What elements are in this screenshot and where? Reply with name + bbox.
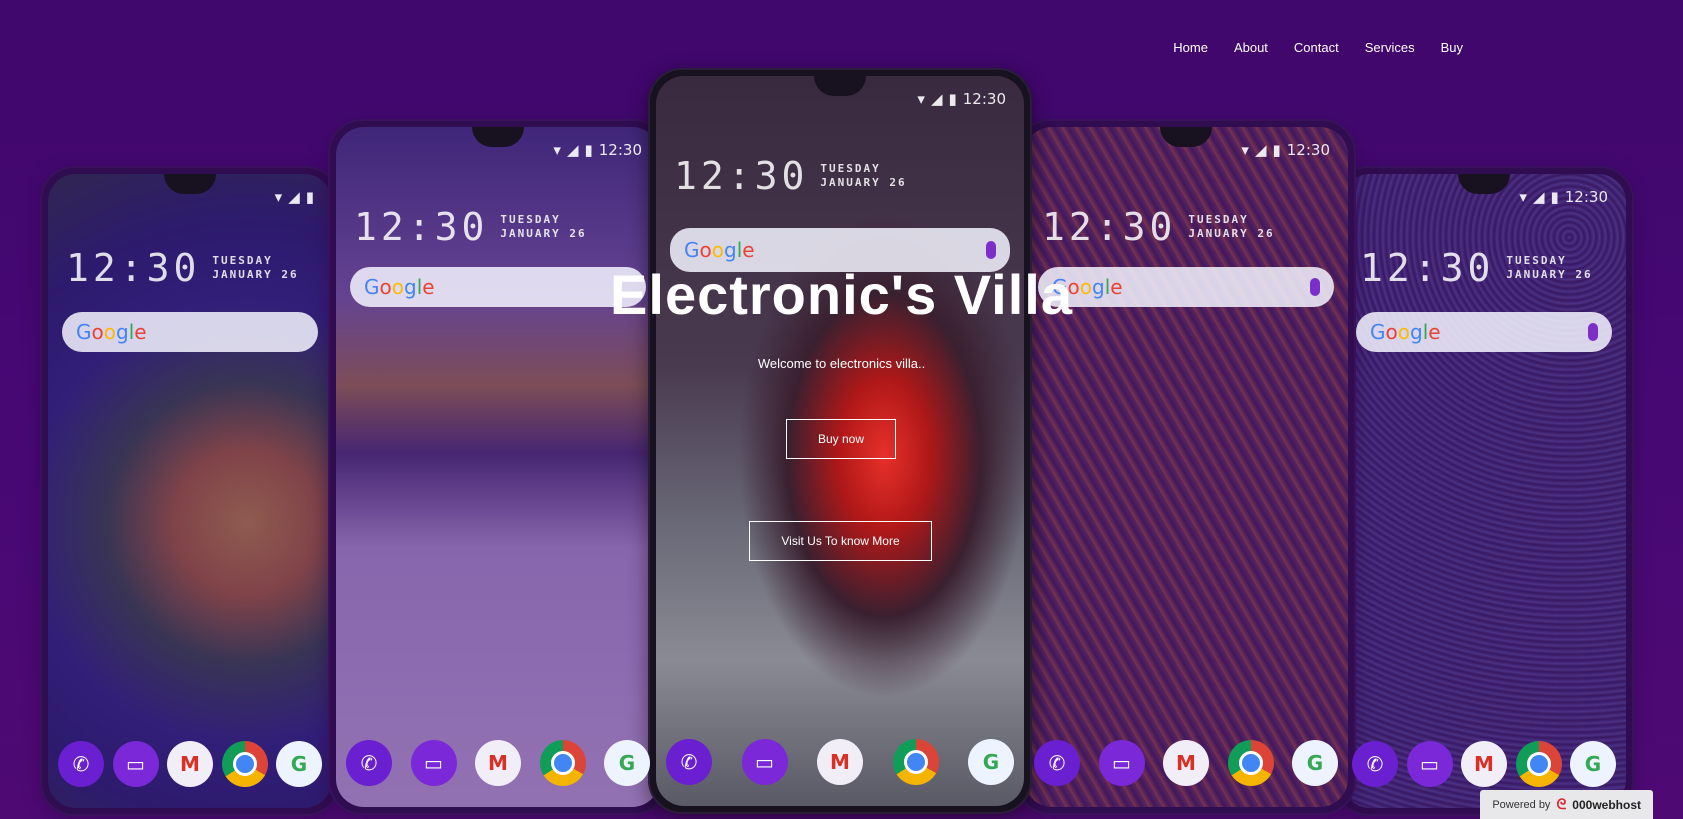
status-bar: ▾ ◢ ▮ 12:30 (1519, 188, 1608, 206)
messages-app-icon: ▭ (112, 741, 159, 787)
nav-buy-link[interactable]: Buy (1441, 40, 1463, 55)
maps-app-icon: G (1292, 740, 1338, 786)
gmail-app-icon: M (475, 740, 521, 786)
buy-now-button[interactable]: Buy now (786, 419, 896, 459)
signal-icon: ◢ (566, 141, 579, 159)
clock-time: 12:30 (674, 154, 809, 198)
app-dock: ✆ ▭ M G (666, 736, 1014, 788)
battery-icon: ▮ (1272, 141, 1281, 159)
signal-icon: ◢ (1532, 188, 1545, 206)
maps-app-icon: G (276, 741, 322, 787)
gmail-app-icon: M (167, 741, 213, 787)
status-bar: ▾ ◢ ▮ 12:30 (1241, 141, 1330, 159)
clock-time: 12:30 (1042, 205, 1177, 249)
phone-mockup-building: ▾ ◢ ▮ 12:30 12:30 TUESDAY JANUARY 26 Google … (1016, 119, 1356, 815)
gmail-app-icon: M (817, 739, 863, 785)
clock-day: TUESDAY (820, 162, 881, 175)
visit-us-button[interactable]: Visit Us To know More (749, 521, 932, 561)
lock-clock: 12:30 TUESDAY JANUARY 26 (1042, 205, 1275, 249)
phone-notch (1458, 174, 1510, 194)
hero-subtitle: Welcome to electronics villa.. (757, 356, 926, 371)
clock-date: JANUARY 26 (820, 176, 907, 189)
phone-notch (472, 127, 524, 147)
clock-date: JANUARY 26 (1188, 227, 1275, 240)
nav-contact-link[interactable]: Contact (1294, 40, 1339, 55)
chrome-app-icon (1227, 740, 1274, 786)
nav-services-link[interactable]: Services (1365, 40, 1415, 55)
chrome-app-icon (892, 739, 939, 785)
phone-notch (1160, 127, 1212, 147)
gmail-app-icon: M (1163, 740, 1209, 786)
battery-icon: ▮ (1550, 188, 1559, 206)
phone-screen: ▾ ◢ ▮ 12:30 12:30 TUESDAY JANUARY 26 Google … (336, 127, 660, 807)
clock-date: JANUARY 26 (500, 227, 587, 240)
hero-title: Electronic's Villa (610, 263, 1073, 326)
nav-about-link[interactable]: About (1234, 40, 1268, 55)
maps-app-icon: G (968, 739, 1014, 785)
webhost-brand: 000webhost (1572, 797, 1641, 812)
clock-day: TUESDAY (1188, 213, 1249, 226)
nav-home-link[interactable]: Home (1173, 40, 1208, 55)
lock-clock: 12:30 TUESDAY JANUARY 26 (674, 154, 907, 198)
lock-clock: 12:30 TUESDAY JANUARY 26 (354, 205, 587, 249)
status-time: 12:30 (598, 141, 642, 159)
status-time: 12:30 (1564, 188, 1608, 206)
chrome-app-icon (539, 740, 586, 786)
app-dock: ✆ ▭ M G (1034, 737, 1338, 789)
main-nav: Home About Contact Services Buy (1173, 40, 1463, 55)
app-dock: ✆ ▭ M G (346, 737, 650, 789)
phone-app-icon: ✆ (58, 741, 104, 787)
phone-mockup-mountain: ▾ ◢ ▮ 12:30 12:30 TUESDAY JANUARY 26 Google … (328, 119, 668, 815)
wifi-icon: ▾ (274, 188, 283, 206)
google-logo: e (742, 238, 755, 262)
messages-app-icon: ▭ (1406, 741, 1453, 787)
signal-icon: ◢ (1254, 141, 1267, 159)
phone-screen: ▾ ◢ ▮ 12:30 12:30 TUESDAY JANUARY 26 Google … (1024, 127, 1348, 807)
status-bar: ▾ ◢ ▮ 12:30 (553, 141, 642, 159)
phone-app-icon: ✆ (346, 740, 392, 786)
phone-gallery: ▾ ◢ ▮ 12:30 TUESDAY JANUARY 26 Google ✆ ▭ M… (0, 0, 1683, 819)
messages-app-icon: ▭ (1098, 740, 1145, 786)
battery-icon: ▮ (948, 90, 957, 108)
microphone-icon (986, 241, 996, 259)
webhost-logo-icon: ᘓ (1556, 796, 1567, 812)
powered-by-badge[interactable]: Powered by ᘓ 000webhost (1480, 790, 1653, 819)
chrome-app-icon (1515, 741, 1562, 787)
google-logo: G (684, 238, 700, 262)
gmail-app-icon: M (1461, 741, 1507, 787)
signal-icon: ◢ (288, 188, 300, 206)
phone-app-icon: ✆ (1034, 740, 1080, 786)
status-bar: ▾ ◢ ▮ 12:30 (917, 90, 1006, 108)
phone-notch (814, 76, 866, 96)
app-dock: ✆ ▭ M G (58, 738, 322, 790)
google-logo: g (724, 238, 737, 262)
battery-icon: ▮ (584, 141, 593, 159)
phone-app-icon: ✆ (666, 739, 712, 785)
maps-app-icon: G (1570, 741, 1616, 787)
app-dock: ✆ ▭ M G (1352, 738, 1616, 790)
messages-app-icon: ▭ (410, 740, 457, 786)
phone-notch (164, 174, 216, 194)
clock-time: 12:30 (354, 205, 489, 249)
status-time: 12:30 (962, 90, 1006, 108)
phone-app-icon: ✆ (1352, 741, 1398, 787)
wifi-icon: ▾ (1241, 141, 1249, 159)
powered-by-label: Powered by (1492, 798, 1551, 811)
wifi-icon: ▾ (553, 141, 561, 159)
maps-app-icon: G (604, 740, 650, 786)
status-bar: ▾ ◢ ▮ (275, 188, 314, 206)
clock-day: TUESDAY (500, 213, 561, 226)
battery-icon: ▮ (305, 188, 314, 206)
hero-section: ▾ ◢ ▮ 12:30 TUESDAY JANUARY 26 Google ✆ ▭ M… (0, 0, 1683, 819)
google-logo: o (699, 238, 712, 262)
wifi-icon: ▾ (917, 90, 925, 108)
signal-icon: ◢ (930, 90, 943, 108)
status-time: 12:30 (1286, 141, 1330, 159)
google-logo: o (711, 238, 724, 262)
messages-app-icon: ▭ (741, 739, 788, 785)
wifi-icon: ▾ (1519, 188, 1527, 206)
chrome-app-icon (221, 741, 268, 787)
